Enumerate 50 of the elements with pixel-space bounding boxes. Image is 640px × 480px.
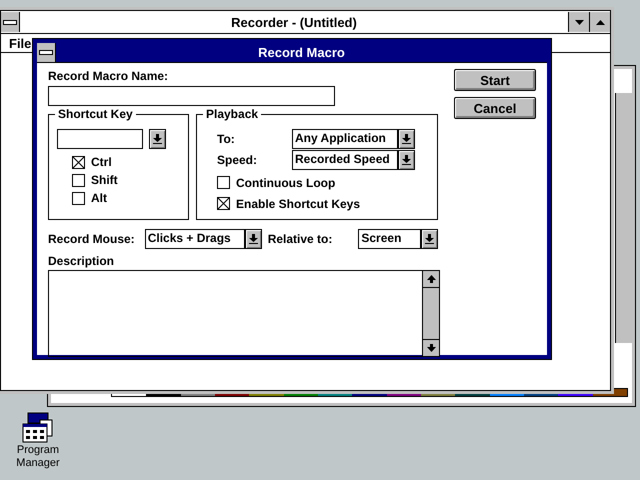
menu-item[interactable]: File [9,36,32,50]
down-triangle-icon [574,20,584,24]
down-arrow-icon [402,155,411,165]
down-arrow-icon [425,234,434,244]
dropdown-field[interactable]: Clicks + Drags [144,229,245,249]
dropdown-button[interactable] [398,150,415,170]
group-label: Playback [203,107,262,121]
dialog-button[interactable]: Cancel [454,97,536,119]
dialog-button[interactable]: Start [454,69,536,91]
checkbox[interactable] [72,174,85,186]
down-arrow-icon [153,134,162,144]
field-label: Speed: [217,153,258,167]
group-label: Shortcut Key [55,107,136,121]
field-label: Relative to: [268,232,332,246]
system-menu-button[interactable] [37,43,56,62]
field-label: To: [217,132,236,146]
down-arrow-icon [402,134,411,144]
system-menu-button[interactable] [1,12,20,32]
shortcut-key-field[interactable] [57,129,143,149]
up-triangle-icon [596,20,604,24]
checkbox-label: Continuous Loop [236,176,336,190]
icon-label: Program Manager [15,444,61,470]
dropdown-field[interactable]: Screen [358,229,422,249]
down-arrow-icon[interactable] [426,344,436,352]
dropdown-button[interactable] [244,229,262,249]
minimize-button[interactable] [568,12,589,32]
up-arrow-icon[interactable] [426,275,436,283]
checkbox-label: Ctrl [91,155,112,169]
dialog-title: Record Macro [257,45,346,60]
program-manager-icon[interactable] [22,412,54,444]
dropdown-field[interactable]: Any Application [292,129,398,149]
window-title: Recorder - (Untitled) [230,14,358,30]
checkbox-label: Shift [91,173,118,187]
macro-name-field[interactable] [48,86,335,106]
field-label: Record Mouse: [48,232,135,246]
checkbox[interactable] [217,197,230,210]
checkbox-label: Alt [91,191,107,205]
checkbox[interactable] [217,176,230,189]
dropdown-field[interactable]: Recorded Speed [292,150,398,170]
field-label: Record Macro Name: [48,69,170,83]
down-arrow-icon [248,234,258,244]
dropdown-button[interactable] [398,129,415,149]
checkbox[interactable] [72,156,85,168]
dropdown-button[interactable] [149,129,166,149]
checkbox-label: Enable Shortcut Keys [236,196,360,210]
dropdown-button[interactable] [421,229,438,249]
field-label: Description [48,254,116,268]
checkbox[interactable] [72,192,85,204]
description-field[interactable] [48,270,440,357]
maximize-button[interactable] [589,12,610,32]
